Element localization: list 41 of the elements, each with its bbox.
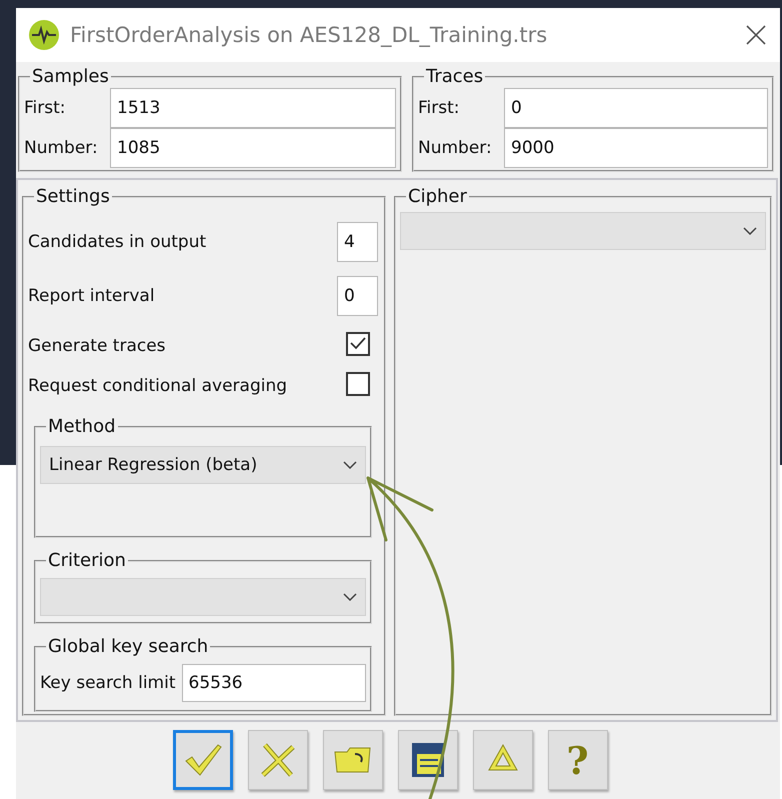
checkmark-icon [350, 337, 366, 350]
open-button[interactable] [322, 730, 382, 790]
number-field[interactable]: 4 [337, 222, 378, 262]
input-field[interactable]: 1513 [110, 88, 396, 128]
chevron-down-icon [743, 226, 757, 235]
chevron-down-icon [343, 592, 357, 601]
checkbox[interactable] [346, 372, 370, 396]
help-label: ? [566, 738, 589, 783]
group-title: Cipher [407, 186, 468, 208]
close-icon[interactable] [746, 24, 766, 45]
group-title: Global key search [47, 636, 210, 658]
input-field[interactable]: 1085 [110, 128, 396, 168]
field-label: First: [24, 98, 67, 118]
group-title: Samples [31, 66, 110, 88]
field-label: Key search limit [40, 672, 176, 693]
group-title: Method [47, 416, 117, 438]
cancel-button[interactable] [248, 730, 308, 790]
ok-button[interactable] [172, 730, 232, 790]
group-title: Traces [425, 66, 484, 88]
setting-label: Generate traces [28, 336, 166, 356]
input-field[interactable]: 9000 [504, 128, 768, 168]
field-label: Number: [24, 138, 99, 158]
reset-button[interactable] [472, 730, 532, 790]
cross-icon [258, 741, 296, 780]
checkbox[interactable] [346, 332, 370, 356]
save-button[interactable] [398, 730, 458, 790]
app-logo-icon [28, 18, 60, 51]
field-label: Number: [418, 138, 493, 158]
input-field[interactable]: 0 [504, 88, 768, 128]
group-title: Settings [35, 186, 111, 208]
group-title: Criterion [47, 550, 127, 572]
setting-label: Candidates in output [28, 232, 206, 252]
setting-label: Request conditional averaging [28, 376, 288, 396]
field-label: First: [418, 98, 461, 118]
chevron-down-icon [343, 460, 357, 469]
checkmark-icon [184, 743, 222, 778]
input-field[interactable]: 65536 [182, 664, 366, 702]
number-field[interactable]: 0 [337, 276, 378, 316]
method-dropdown[interactable]: Linear Regression (beta) [40, 446, 366, 484]
setting-label: Report interval [28, 286, 155, 306]
window-title: FirstOrderAnalysis on AES128_DL_Training.trs [70, 22, 548, 47]
